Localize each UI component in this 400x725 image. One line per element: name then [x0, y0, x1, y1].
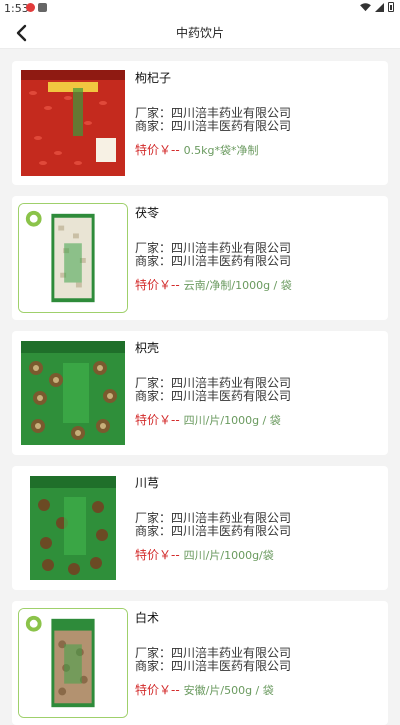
price-row: 特价￥-- 四川/片/1000g / 袋: [135, 411, 281, 428]
merchant-text: 商家：四川涪丰医药有限公司: [135, 389, 292, 403]
product-name: 川芎: [135, 476, 160, 490]
product-card[interactable]: 茯苓 厂家：四川涪丰药业有限公司 商家：四川涪丰医药有限公司 特价￥-- 云南/净…: [12, 196, 388, 320]
merchant-text: 商家：四川涪丰医药有限公司: [135, 659, 292, 673]
product-spec: 四川/片/1000g / 袋: [183, 414, 281, 427]
product-card[interactable]: 枳壳 厂家：四川涪丰药业有限公司 商家：四川涪丰医药有限公司 特价￥-- 四川/片…: [12, 331, 388, 455]
status-bar: 1:53: [0, 0, 400, 16]
maker-info: 厂家：四川涪丰药业有限公司 商家：四川涪丰医药有限公司: [135, 107, 291, 133]
status-time: 1:53: [4, 2, 29, 15]
product-card[interactable]: 枸杞子 厂家：四川涪丰药业有限公司 商家：四川涪丰医药有限公司 特价￥-- 0.5…: [12, 61, 388, 185]
page-title: 中药饮片: [175, 26, 224, 40]
product-name: 白术: [135, 611, 160, 625]
product-spec: 云南/净制/1000g / 袋: [183, 279, 292, 292]
merchant-text: 商家：四川涪丰医药有限公司: [135, 524, 292, 538]
battery-icon: [388, 2, 394, 12]
price-row: 特价￥-- 安徽/片/500g / 袋: [135, 681, 274, 698]
product-image[interactable]: [18, 608, 128, 718]
signal-icon: [375, 2, 384, 12]
price-label: 特价￥--: [135, 143, 180, 157]
notification-app-icon: [38, 3, 47, 12]
price-row: 特价￥-- 0.5kg*袋*净制: [135, 141, 259, 158]
price-label: 特价￥--: [135, 683, 180, 697]
maker-info: 厂家：四川涪丰药业有限公司 商家：四川涪丰医药有限公司: [135, 377, 291, 403]
product-spec: 0.5kg*袋*净制: [183, 144, 259, 157]
product-spec: 安徽/片/500g / 袋: [183, 684, 274, 697]
product-image[interactable]: [18, 338, 128, 448]
product-card[interactable]: 白术 厂家：四川涪丰药业有限公司 商家：四川涪丰医药有限公司 特价￥-- 安徽/片…: [12, 601, 388, 725]
product-image[interactable]: [18, 473, 128, 583]
maker-info: 厂家：四川涪丰药业有限公司 商家：四川涪丰医药有限公司: [135, 512, 291, 538]
product-list: 枸杞子 厂家：四川涪丰药业有限公司 商家：四川涪丰医药有限公司 特价￥-- 0.5…: [0, 49, 400, 725]
price-label: 特价￥--: [135, 548, 180, 562]
status-indicators: [360, 2, 394, 12]
notification-app-icon: [26, 3, 35, 12]
maker-info: 厂家：四川涪丰药业有限公司 商家：四川涪丰医药有限公司: [135, 242, 291, 268]
app-header: 中药饮片: [0, 16, 400, 49]
product-card[interactable]: 川芎 厂家：四川涪丰药业有限公司 商家：四川涪丰医药有限公司 特价￥-- 四川/片…: [12, 466, 388, 590]
price-row: 特价￥-- 云南/净制/1000g / 袋: [135, 276, 292, 293]
product-image[interactable]: [18, 68, 128, 178]
price-label: 特价￥--: [135, 413, 180, 427]
product-name: 茯苓: [135, 206, 160, 220]
maker-info: 厂家：四川涪丰药业有限公司 商家：四川涪丰医药有限公司: [135, 647, 291, 673]
product-name: 枸杞子: [135, 71, 172, 85]
product-spec: 四川/片/1000g/袋: [183, 549, 274, 562]
merchant-text: 商家：四川涪丰医药有限公司: [135, 254, 292, 268]
wifi-icon: [360, 2, 371, 11]
price-label: 特价￥--: [135, 278, 180, 292]
product-name: 枳壳: [135, 341, 160, 355]
merchant-text: 商家：四川涪丰医药有限公司: [135, 119, 292, 133]
price-row: 特价￥-- 四川/片/1000g/袋: [135, 546, 274, 563]
product-image[interactable]: [18, 203, 128, 313]
